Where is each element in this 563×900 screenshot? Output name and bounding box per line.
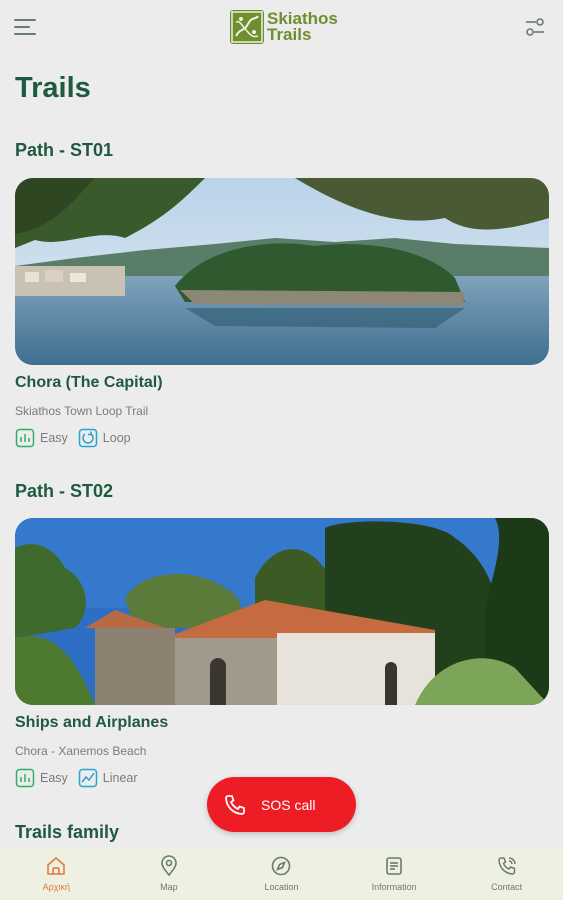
logo-line-2: Trails <box>267 25 312 44</box>
trail-1-image[interactable] <box>15 178 549 365</box>
difficulty-icon <box>15 768 35 788</box>
trail-2-name[interactable]: Ships and Airplanes <box>15 714 168 732</box>
logo-mark-icon <box>230 10 264 44</box>
bottom-navigation: Αρχική Map Location Information Contact <box>0 848 563 900</box>
page-title: Trails <box>15 72 91 104</box>
nav-contact[interactable]: Contact <box>450 848 563 900</box>
trail-1-route-label: Loop <box>102 431 131 445</box>
trail-1-difficulty-label: Easy <box>40 431 68 445</box>
nav-location[interactable]: Location <box>225 848 338 900</box>
nav-information[interactable]: Information <box>338 848 451 900</box>
sos-call-button[interactable]: SOS call <box>207 777 356 832</box>
map-pin-icon <box>161 855 177 877</box>
loop-icon <box>78 428 98 448</box>
trail-1-tags: Easy Loop <box>15 428 141 448</box>
nav-location-label: Location <box>264 882 299 892</box>
difficulty-icon <box>15 428 35 448</box>
trail-1-subtitle: Skiathos Town Loop Trail <box>15 404 149 418</box>
phone-call-icon <box>497 857 516 875</box>
trail-1-route-tag: Loop <box>78 428 131 448</box>
compass-icon <box>272 856 291 876</box>
trail-1-name[interactable]: Chora (The Capital) <box>15 374 163 392</box>
trail-2-tags: Easy Linear <box>15 768 148 788</box>
trail-2-route-label: Linear <box>102 771 138 785</box>
nav-home-label: Αρχική <box>42 882 70 892</box>
trail-1-path-title: Path - ST01 <box>15 140 114 160</box>
trail-2-difficulty-label: Easy <box>40 771 68 785</box>
document-icon <box>386 857 402 875</box>
sos-call-label: SOS call <box>261 796 316 813</box>
nav-map[interactable]: Map <box>113 848 226 900</box>
trail-2-image[interactable] <box>15 518 549 705</box>
trail-1-difficulty-tag: Easy <box>15 428 68 448</box>
nav-information-label: Information <box>371 882 417 892</box>
trail-2-difficulty-tag: Easy <box>15 768 68 788</box>
nav-contact-label: Contact <box>491 882 523 892</box>
trail-2-subtitle: Chora - Xanemos Beach <box>15 744 147 758</box>
trails-family-title: Trails family <box>15 822 120 842</box>
home-icon <box>47 857 66 875</box>
trail-2-path-title: Path - ST02 <box>15 481 114 501</box>
filter-icon[interactable] <box>524 16 546 38</box>
app-logo: Skiathos Trails <box>230 8 338 46</box>
nav-map-label: Map <box>160 882 178 892</box>
menu-icon[interactable] <box>14 16 40 38</box>
top-bar: Skiathos Trails <box>0 0 563 56</box>
nav-home[interactable]: Αρχική <box>0 848 113 900</box>
phone-icon <box>225 794 245 815</box>
trail-2-route-tag: Linear <box>78 768 138 788</box>
linear-icon <box>78 768 98 788</box>
